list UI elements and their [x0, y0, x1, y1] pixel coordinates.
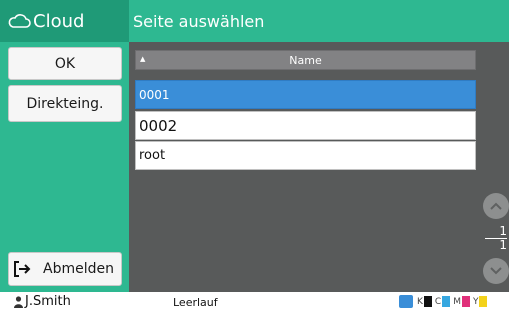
toner-k-swatch	[423, 296, 432, 307]
toner-m-label: M	[453, 296, 461, 307]
list-item[interactable]: 0002	[135, 111, 476, 140]
list-item-label: 0001	[139, 87, 170, 102]
ok-button-label: OK	[54, 55, 76, 72]
page-title: Seite auswählen	[129, 0, 509, 42]
status-bar: J.Smith Leerlauf K C M Y	[0, 292, 509, 310]
chevron-down-icon	[490, 267, 502, 275]
main-panel: Seite auswählen ▲ Name 0001 0002 root 1 …	[129, 0, 509, 292]
logout-button-label: Abmelden	[43, 261, 114, 277]
ok-button[interactable]: OK	[8, 47, 122, 80]
page-title-text: Seite auswählen	[133, 11, 265, 31]
direct-entry-button-label: Direkteing.	[26, 95, 104, 112]
scroll-down-button[interactable]	[483, 258, 509, 284]
device-state: Leerlauf	[173, 296, 218, 309]
list-item-label: root	[139, 148, 166, 163]
toner-y-label: Y	[472, 296, 479, 307]
chevron-up-icon	[490, 202, 502, 210]
list-item[interactable]: root	[135, 141, 476, 170]
cloud-icon	[8, 14, 31, 28]
toner-c-label: C	[434, 296, 442, 307]
page-total: 1	[499, 238, 507, 252]
toner-y-swatch	[479, 296, 488, 307]
app-title: Cloud	[33, 10, 85, 32]
sidebar-header: Cloud	[0, 0, 129, 42]
user-name: J.Smith	[25, 294, 71, 309]
page-current: 1	[499, 224, 507, 238]
toner-levels: K C M Y	[398, 295, 490, 308]
sort-ascending-icon: ▲	[140, 55, 146, 63]
list-item-label: 0002	[139, 116, 178, 135]
sidebar: Cloud OK Direkteing. Abmelden	[0, 0, 129, 292]
user-info: J.Smith	[14, 294, 71, 309]
toner-m-swatch	[461, 296, 470, 307]
direct-entry-button[interactable]: Direkteing.	[8, 85, 122, 122]
list-header-name[interactable]: ▲ Name	[135, 50, 476, 70]
list-item[interactable]: 0001	[135, 80, 476, 109]
page-indicator: 1 1	[483, 225, 507, 252]
toner-c-swatch	[442, 296, 451, 307]
logout-button[interactable]: Abmelden	[8, 252, 122, 286]
cloud-status-icon	[399, 295, 413, 308]
scroll-up-button[interactable]	[483, 193, 509, 219]
user-icon	[14, 295, 23, 308]
toner-k-label: K	[417, 296, 423, 307]
column-header-label: Name	[289, 53, 322, 67]
logout-icon	[14, 261, 31, 277]
